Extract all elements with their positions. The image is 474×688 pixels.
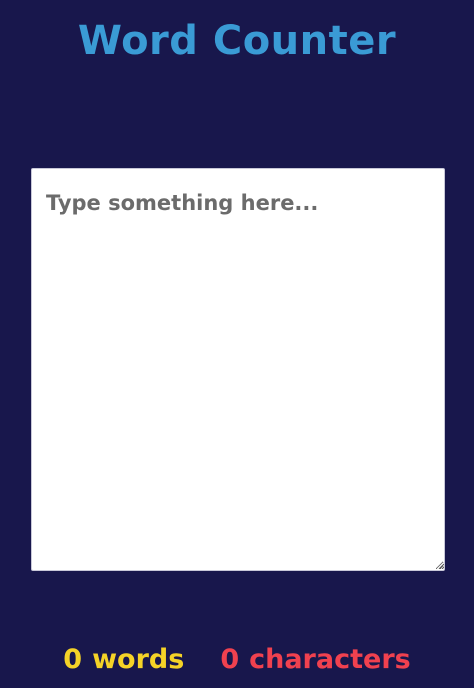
char-count-value: 0 (220, 644, 240, 675)
word-count-label: words (92, 644, 185, 675)
word-count-stat: 0 words (63, 640, 184, 680)
word-count-value: 0 (63, 644, 83, 675)
word-counter-app: Word Counter 0 words 0 characters (0, 0, 474, 688)
text-input-area[interactable] (31, 168, 445, 571)
char-count-label: characters (249, 644, 411, 675)
char-count-stat: 0 characters (220, 640, 410, 680)
stats-bar: 0 words 0 characters (0, 640, 474, 680)
page-title: Word Counter (77, 18, 397, 64)
